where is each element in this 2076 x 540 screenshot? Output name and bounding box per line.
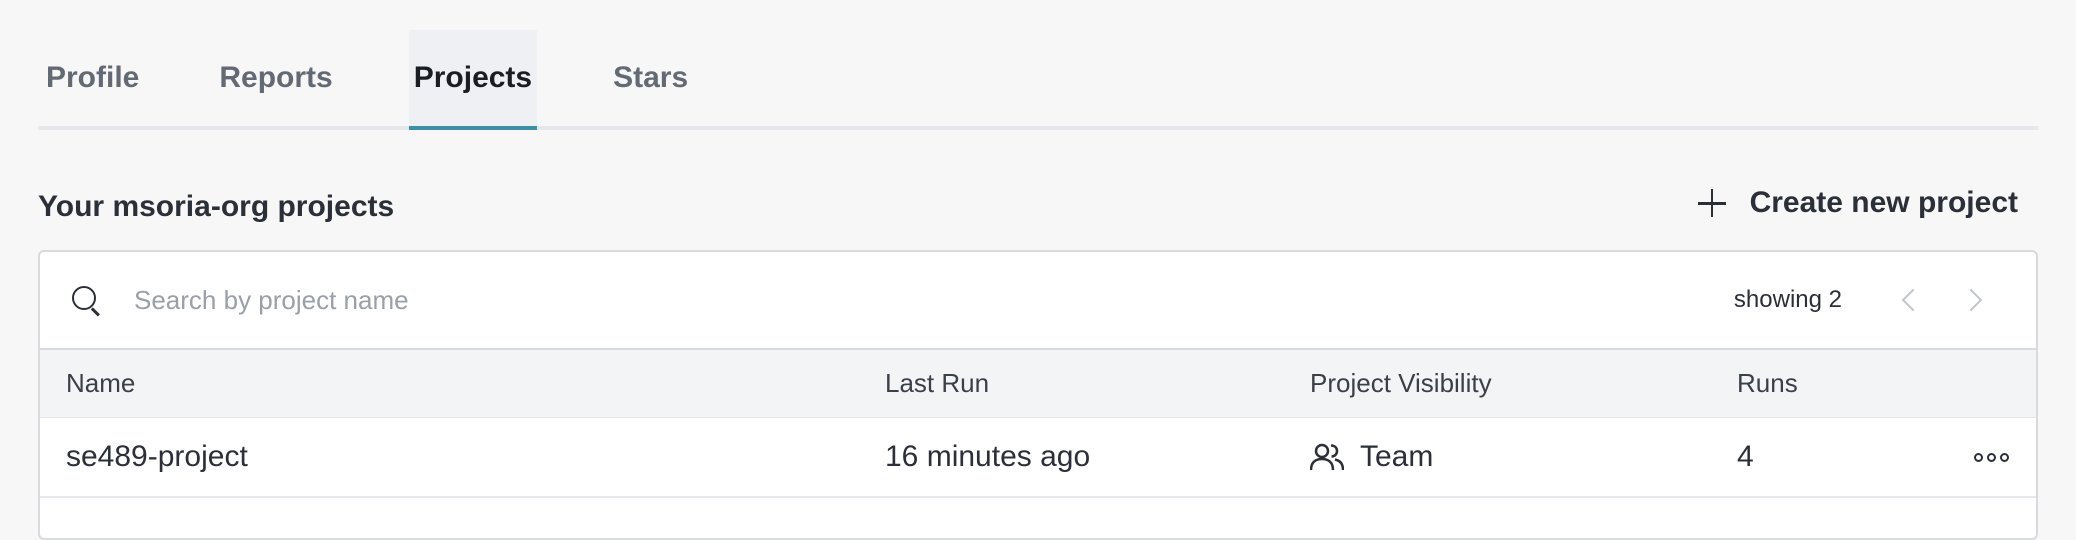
search-icon [70,284,102,317]
prev-page-button[interactable] [1878,280,1942,320]
next-page-button[interactable] [1942,280,2006,320]
results-count: showing 2 [1733,286,1842,313]
plus-icon [1697,189,1726,217]
column-header-last-run[interactable]: Last Run [885,368,989,399]
project-runs: 4 [1737,440,1754,473]
table-header: Name Last Run Project Visibility Runs [40,350,2036,418]
project-visibility: Team [1310,440,1433,474]
column-header-runs[interactable]: Runs [1737,368,1798,399]
chevron-left-icon [1901,288,1925,312]
create-project-label: Create new project [1749,186,2018,219]
column-header-visibility[interactable]: Project Visibility [1310,368,1492,399]
tab-reports[interactable]: Reports [215,30,336,126]
search-bar: showing 2 [40,252,2036,350]
create-project-button[interactable]: Create new project [1697,186,2018,220]
project-name[interactable]: se489-project [66,440,248,474]
column-header-name[interactable]: Name [66,368,135,399]
project-last-run: 16 minutes ago [885,440,1091,473]
table-row[interactable]: se489-project 16 minutes ago Team 4 [40,418,2036,498]
tab-projects[interactable]: Projects [408,30,538,130]
chevron-right-icon [1959,288,1983,312]
projects-panel: showing 2 Name Last Run Project Visibili… [38,250,2038,540]
tab-stars[interactable]: Stars [609,30,692,126]
search-input[interactable] [134,284,1734,316]
tab-profile[interactable]: Profile [42,30,143,126]
section-title: Your msoria-org projects [38,190,395,223]
tab-bar: Profile Reports Projects Stars [38,30,2038,130]
project-visibility-label: Team [1360,440,1434,473]
team-icon [1310,443,1344,471]
more-icon[interactable] [1974,452,2009,462]
